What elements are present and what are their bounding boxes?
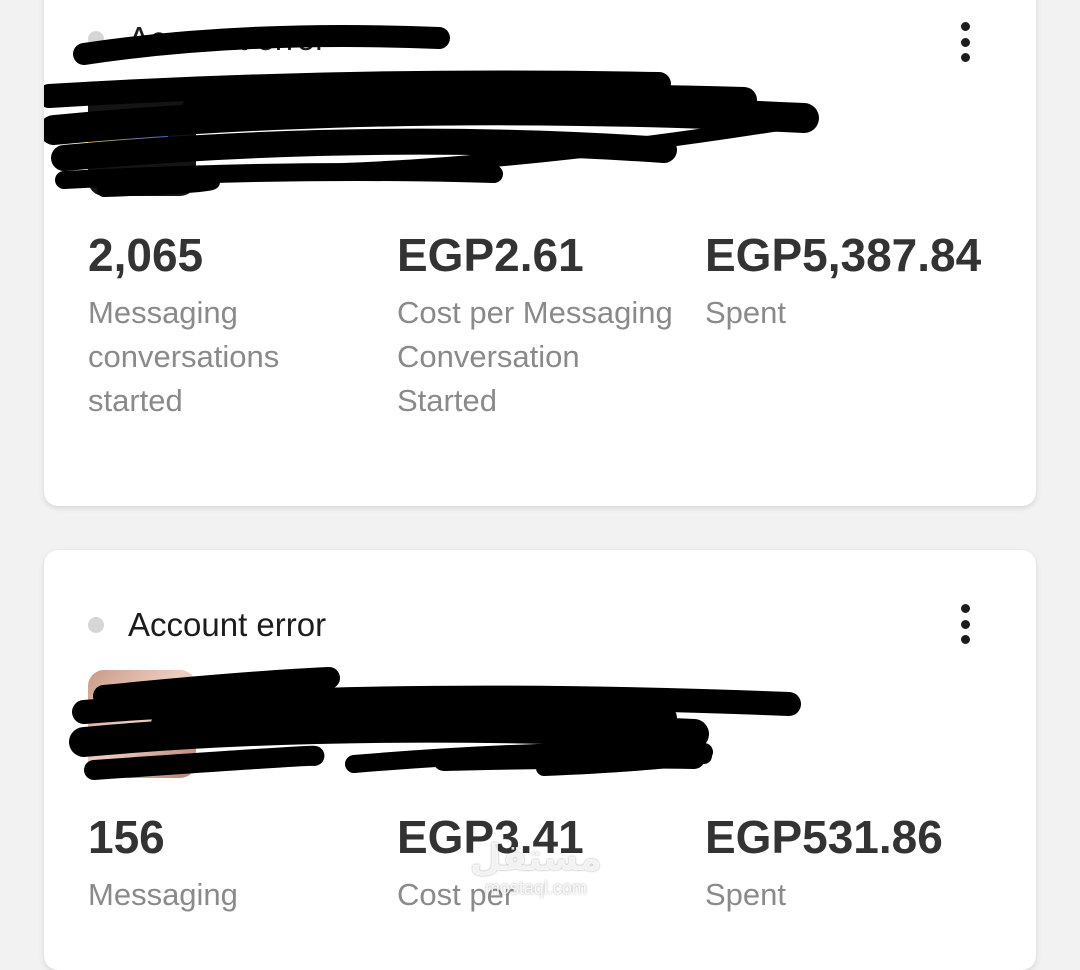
metric-label: Cost per [397,877,515,912]
metric-label: Messaging conversations started [88,295,280,418]
account-avatar [88,670,196,778]
status-text: Account error [128,20,327,57]
more-vertical-icon[interactable] [950,20,980,64]
status-row: Account error [88,606,326,644]
status-dot-icon [88,31,104,47]
metric-spent: EGP531.86 Spent [705,805,985,917]
metric-value: EGP2.61 [397,229,584,281]
metric-value: EGP531.86 [705,811,943,863]
status-text: Account error [128,606,327,643]
metric-label: Messaging [88,877,238,912]
metric-value: 156 [88,811,165,863]
metric-label: Spent [705,295,787,330]
account-avatar [88,88,196,196]
metric-spent: EGP5,387.84 Spent [705,223,985,335]
metric-conversations: 2,065 Messaging conversations started [88,223,378,423]
metric-value: EGP3.41 [397,811,584,863]
status-row: Account error [88,20,326,58]
metric-conversations: 156 Messaging [88,805,378,917]
metric-label: Spent [705,877,787,912]
more-vertical-icon[interactable] [950,602,980,646]
metric-cost-per-conversation: EGP2.61 Cost per Messaging Conversation … [397,223,687,423]
metric-value: 2,065 [88,229,204,281]
ad-account-card[interactable]: Account error 2,065 Messaging conversati… [44,0,1036,506]
metric-label: Cost per Messaging Conversation Started [397,295,673,418]
metric-value: EGP5,387.84 [705,229,982,281]
status-dot-icon [88,617,104,633]
metric-cost-per-conversation: EGP3.41 Cost per [397,805,687,917]
ad-account-card[interactable]: Account error 156 Messaging EGP3.41 Cost… [44,550,1036,970]
